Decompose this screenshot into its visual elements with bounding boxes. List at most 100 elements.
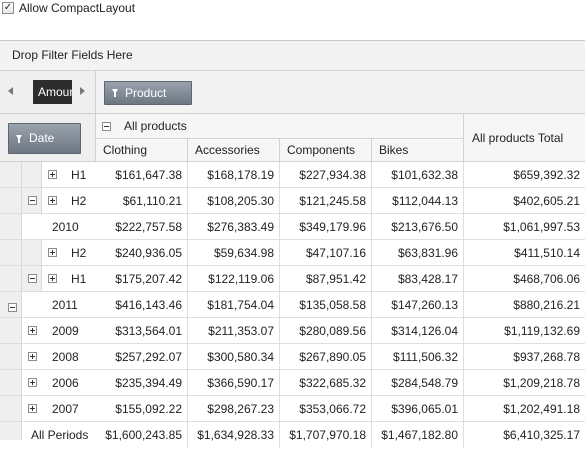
table-cell: $353,066.72	[280, 396, 372, 422]
table-cell: $937,268.78	[513, 350, 580, 364]
expand-icon[interactable]	[28, 352, 37, 361]
table-cell: $1,467,182.80	[372, 422, 464, 448]
row-field-date[interactable]: Date	[8, 123, 81, 154]
table-cell: $227,934.38	[280, 162, 372, 188]
column-header-bikes[interactable]: Bikes	[372, 139, 464, 162]
table-cell: $87,951.42	[280, 266, 372, 292]
row-header: 2007	[52, 402, 79, 416]
table-cell: $322,685.32	[280, 370, 372, 396]
table-cell: $659,392.32	[513, 168, 580, 182]
table-cell: $175,207.42	[96, 266, 188, 292]
column-group-all-products: All products	[96, 114, 464, 139]
filter-icon	[112, 89, 118, 97]
table-cell: $1,209,218.78	[503, 376, 580, 390]
table-cell: $276,383.49	[188, 214, 280, 240]
expand-icon[interactable]	[48, 248, 57, 257]
table-cell: $1,707,970.18	[280, 422, 372, 448]
table-cell: $168,178.19	[188, 162, 280, 188]
table-cell: $468,706.06	[513, 272, 580, 286]
table-cell: $147,260.13	[372, 292, 464, 318]
column-header-components[interactable]: Components	[280, 139, 372, 162]
table-cell: $235,394.49	[96, 370, 188, 396]
table-cell: $47,107.16	[280, 240, 372, 266]
collapse-icon[interactable]	[28, 274, 37, 283]
table-cell: $314,126.04	[372, 318, 464, 344]
table-cell: $121,245.58	[280, 188, 372, 214]
scroll-left-icon[interactable]	[8, 87, 13, 95]
filter-icon	[16, 135, 22, 143]
table-row: 2006 $235,394.49 $366,590.17 $322,685.32…	[0, 370, 585, 396]
table-cell: $416,143.46	[96, 292, 188, 318]
row-header: 2008	[52, 350, 79, 364]
table-cell: $1,600,243.85	[96, 422, 188, 448]
collapse-icon[interactable]	[102, 122, 111, 131]
table-row: H1 $175,207.42 $122,119.06 $87,951.42 $8…	[0, 266, 585, 292]
column-field-product[interactable]: Product	[104, 81, 192, 105]
table-cell: $298,267.23	[188, 396, 280, 422]
collapse-icon[interactable]	[28, 196, 37, 205]
filter-drop-area[interactable]: Drop Filter Fields Here	[0, 41, 585, 71]
row-header: H2	[71, 194, 87, 208]
table-cell: $411,510.14	[514, 246, 580, 260]
pivot-grid: Drop Filter Fields Here Amount Product D…	[0, 40, 585, 450]
row-header: 2010	[52, 220, 79, 234]
table-cell: $61,110.21	[96, 188, 188, 214]
table-cell: $83,428.17	[372, 266, 464, 292]
table-cell: $161,647.38	[96, 162, 188, 188]
table-row: 2011 $416,143.46 $181,754.04 $135,058.58…	[0, 292, 585, 318]
row-header: 2009	[52, 324, 79, 338]
table-cell: $1,202,491.18	[503, 402, 580, 416]
table-cell: $257,292.07	[96, 344, 188, 370]
row-header: H2	[71, 246, 87, 260]
table-cell: $284,548.79	[372, 370, 464, 396]
table-cell: $396,065.01	[372, 396, 464, 422]
row-header: 2011	[52, 298, 78, 312]
table-cell: $222,757.58	[96, 214, 188, 240]
data-field-amount[interactable]: Amount	[33, 80, 72, 104]
allow-compact-layout-option[interactable]: ✓ Allow CompactLayout	[2, 0, 135, 16]
table-cell: $240,936.05	[96, 240, 188, 266]
table-cell: $402,605.21	[513, 194, 580, 208]
table-row: H2 $61,110.21 $108,205.30 $121,245.58 $1…	[0, 188, 585, 214]
expand-icon[interactable]	[28, 378, 37, 387]
table-cell: $300,580.34	[188, 344, 280, 370]
table-row: 2007 $155,092.22 $298,267.23 $353,066.72…	[0, 396, 585, 422]
table-cell: $63,831.96	[372, 240, 464, 266]
table-cell: $366,590.17	[188, 370, 280, 396]
row-header: H1	[71, 168, 87, 182]
column-header-accessories[interactable]: Accessories	[188, 139, 280, 162]
expand-icon[interactable]	[28, 404, 37, 413]
table-cell: $101,632.38	[372, 162, 464, 188]
expand-icon[interactable]	[48, 196, 57, 205]
allow-compact-layout-label: Allow CompactLayout	[19, 1, 136, 15]
table-cell: $280,089.56	[280, 318, 372, 344]
expand-icon[interactable]	[48, 274, 57, 283]
allow-compact-layout-checkbox[interactable]: ✓	[2, 2, 14, 14]
row-field-label: Date	[29, 131, 55, 145]
table-cell: $112,044.13	[372, 188, 464, 214]
table-cell: $1,061,997.53	[503, 220, 580, 234]
table-cell: $181,754.04	[188, 292, 280, 318]
table-cell: $155,092.22	[96, 396, 188, 422]
table-cell: $1,119,132.69	[504, 324, 580, 338]
table-cell: $135,058.58	[280, 292, 372, 318]
table-cell: $1,634,928.33	[188, 422, 280, 448]
table-cell: $122,119.06	[188, 266, 280, 292]
table-cell: $111,506.32	[372, 344, 464, 370]
column-header-total: All products Total	[464, 114, 585, 162]
column-field-area: Product	[96, 71, 585, 114]
table-cell: $349,179.96	[280, 214, 372, 240]
table-cell: $59,634.98	[188, 240, 280, 266]
data-field-area: Amount	[0, 71, 96, 114]
table-cell: $108,205.30	[188, 188, 280, 214]
table-cell: $6,410,325.17	[503, 428, 580, 442]
table-row: 2010 $222,757.58 $276,383.49 $349,179.96…	[0, 214, 585, 240]
scroll-right-icon[interactable]	[80, 87, 85, 95]
column-group-label: All products	[124, 119, 187, 133]
column-header-clothing[interactable]: Clothing	[96, 139, 188, 162]
column-field-label: Product	[125, 86, 167, 100]
table-row: 2009 $313,564.01 $211,353.07 $280,089.56…	[0, 318, 585, 344]
expand-icon[interactable]	[28, 326, 37, 335]
expand-icon[interactable]	[48, 170, 57, 179]
grand-total-row: All Periods $1,600,243.85 $1,634,928.33 …	[0, 422, 585, 448]
